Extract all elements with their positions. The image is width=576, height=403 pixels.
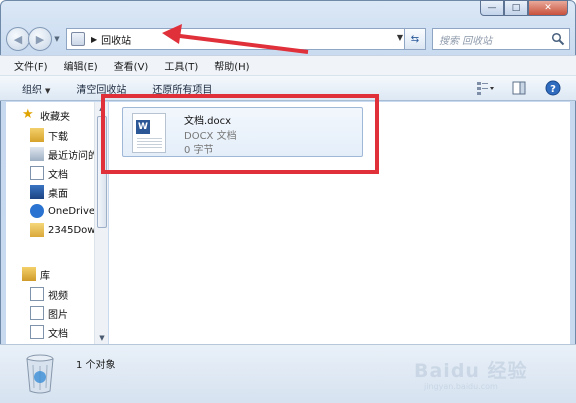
- sidebar-item-label: 视频: [48, 290, 68, 302]
- video-icon: [30, 287, 44, 301]
- menu-view[interactable]: 查看(V): [114, 58, 149, 73]
- recycle-bin-icon: [26, 354, 54, 394]
- favorites-label: 收藏夹: [40, 111, 70, 123]
- sidebar-item-label: 桌面: [48, 188, 68, 200]
- organize-button[interactable]: 组织 ▼: [22, 81, 50, 96]
- view-list-icon: [477, 82, 494, 95]
- change-view-button[interactable]: [476, 80, 494, 96]
- sidebar-item-label: 图片: [48, 309, 68, 321]
- caption-buttons: — □ ✕: [480, 0, 568, 16]
- baidu-jingyan-watermark: Baidu 经验 jingyan.baidu.com: [414, 356, 554, 396]
- download-folder-icon: [30, 128, 44, 142]
- menu-tools[interactable]: 工具(T): [164, 58, 198, 73]
- svg-text:?: ?: [550, 84, 556, 95]
- search-placeholder: 搜索 回收站: [439, 35, 493, 47]
- forward-arrow-icon: ▶: [35, 32, 45, 46]
- organize-label: 组织: [22, 84, 42, 96]
- star-icon: ★: [22, 107, 34, 122]
- minimize-button[interactable]: —: [480, 0, 504, 16]
- sidebar-item-label: 文档: [48, 169, 68, 181]
- recycle-bin-small-icon: [71, 32, 85, 46]
- preview-pane-button[interactable]: [510, 80, 528, 96]
- preview-pane-icon: [512, 81, 526, 95]
- folder-icon: [30, 223, 44, 237]
- sidebar-item-label: 下载: [48, 131, 68, 143]
- help-icon: ?: [545, 80, 561, 96]
- documents-icon: [30, 325, 44, 339]
- sidebar-item-pictures[interactable]: 图片: [30, 304, 68, 322]
- sidebar-item-library-docs[interactable]: 文档: [30, 323, 68, 341]
- sidebar-library[interactable]: 库: [22, 265, 50, 283]
- sidebar-item-label: 文档: [48, 328, 68, 340]
- annotation-arrow: [162, 24, 309, 54]
- chevron-down-icon: ▼: [45, 86, 51, 95]
- sidebar-item-desktop[interactable]: 桌面: [30, 183, 68, 201]
- menu-bar: 文件(F) 编辑(E) 查看(V) 工具(T) 帮助(H): [0, 55, 576, 75]
- navigation-pane: ★ 收藏夹 下载 最近访问的位置 文档 桌面 OneDrive 2345Down…: [6, 102, 108, 344]
- sidebar-favorites[interactable]: ★ 收藏夹: [22, 106, 70, 124]
- view-controls: ?: [460, 80, 562, 96]
- recent-pages-dropdown[interactable]: ▼: [52, 35, 62, 43]
- refresh-icon: ⇆: [410, 33, 420, 45]
- watermark-text: Baidu 经验: [414, 360, 528, 382]
- recent-places-icon: [30, 147, 44, 161]
- sidebar-item-onedrive[interactable]: OneDrive: [30, 202, 95, 220]
- search-icon: [551, 32, 565, 46]
- menu-help[interactable]: 帮助(H): [214, 58, 249, 73]
- breadcrumb-recycle-bin[interactable]: 回收站: [101, 32, 131, 47]
- back-button[interactable]: ◀: [6, 27, 30, 51]
- desktop-icon: [30, 185, 44, 199]
- documents-icon: [30, 166, 44, 180]
- scroll-down-icon[interactable]: ▼: [95, 332, 109, 344]
- pictures-icon: [30, 306, 44, 320]
- sidebar-item-label: OneDrive: [48, 205, 96, 217]
- sidebar-item-documents[interactable]: 文档: [30, 164, 68, 182]
- menu-edit[interactable]: 编辑(E): [64, 58, 98, 73]
- maximize-button[interactable]: □: [504, 0, 528, 16]
- sidebar-item-videos[interactable]: 视频: [30, 285, 68, 303]
- forward-button[interactable]: ▶: [28, 27, 52, 51]
- watermark-url: jingyan.baidu.com: [424, 382, 498, 391]
- annotation-highlight-box: [101, 94, 379, 174]
- help-button[interactable]: ?: [544, 80, 562, 96]
- refresh-button[interactable]: ⇆: [404, 28, 426, 50]
- address-dropdown-icon[interactable]: ▼: [397, 33, 403, 42]
- item-count: 1 个对象: [76, 360, 116, 371]
- back-arrow-icon: ◀: [13, 32, 23, 46]
- onedrive-icon: [30, 204, 44, 218]
- close-button[interactable]: ✕: [528, 0, 568, 16]
- library-label: 库: [40, 270, 50, 282]
- menu-file[interactable]: 文件(F): [14, 58, 48, 73]
- library-icon: [22, 267, 36, 281]
- sidebar-item-downloads[interactable]: 下载: [30, 126, 68, 144]
- breadcrumb-chevron-icon[interactable]: ▶: [91, 35, 97, 44]
- search-input[interactable]: 搜索 回收站: [432, 28, 570, 50]
